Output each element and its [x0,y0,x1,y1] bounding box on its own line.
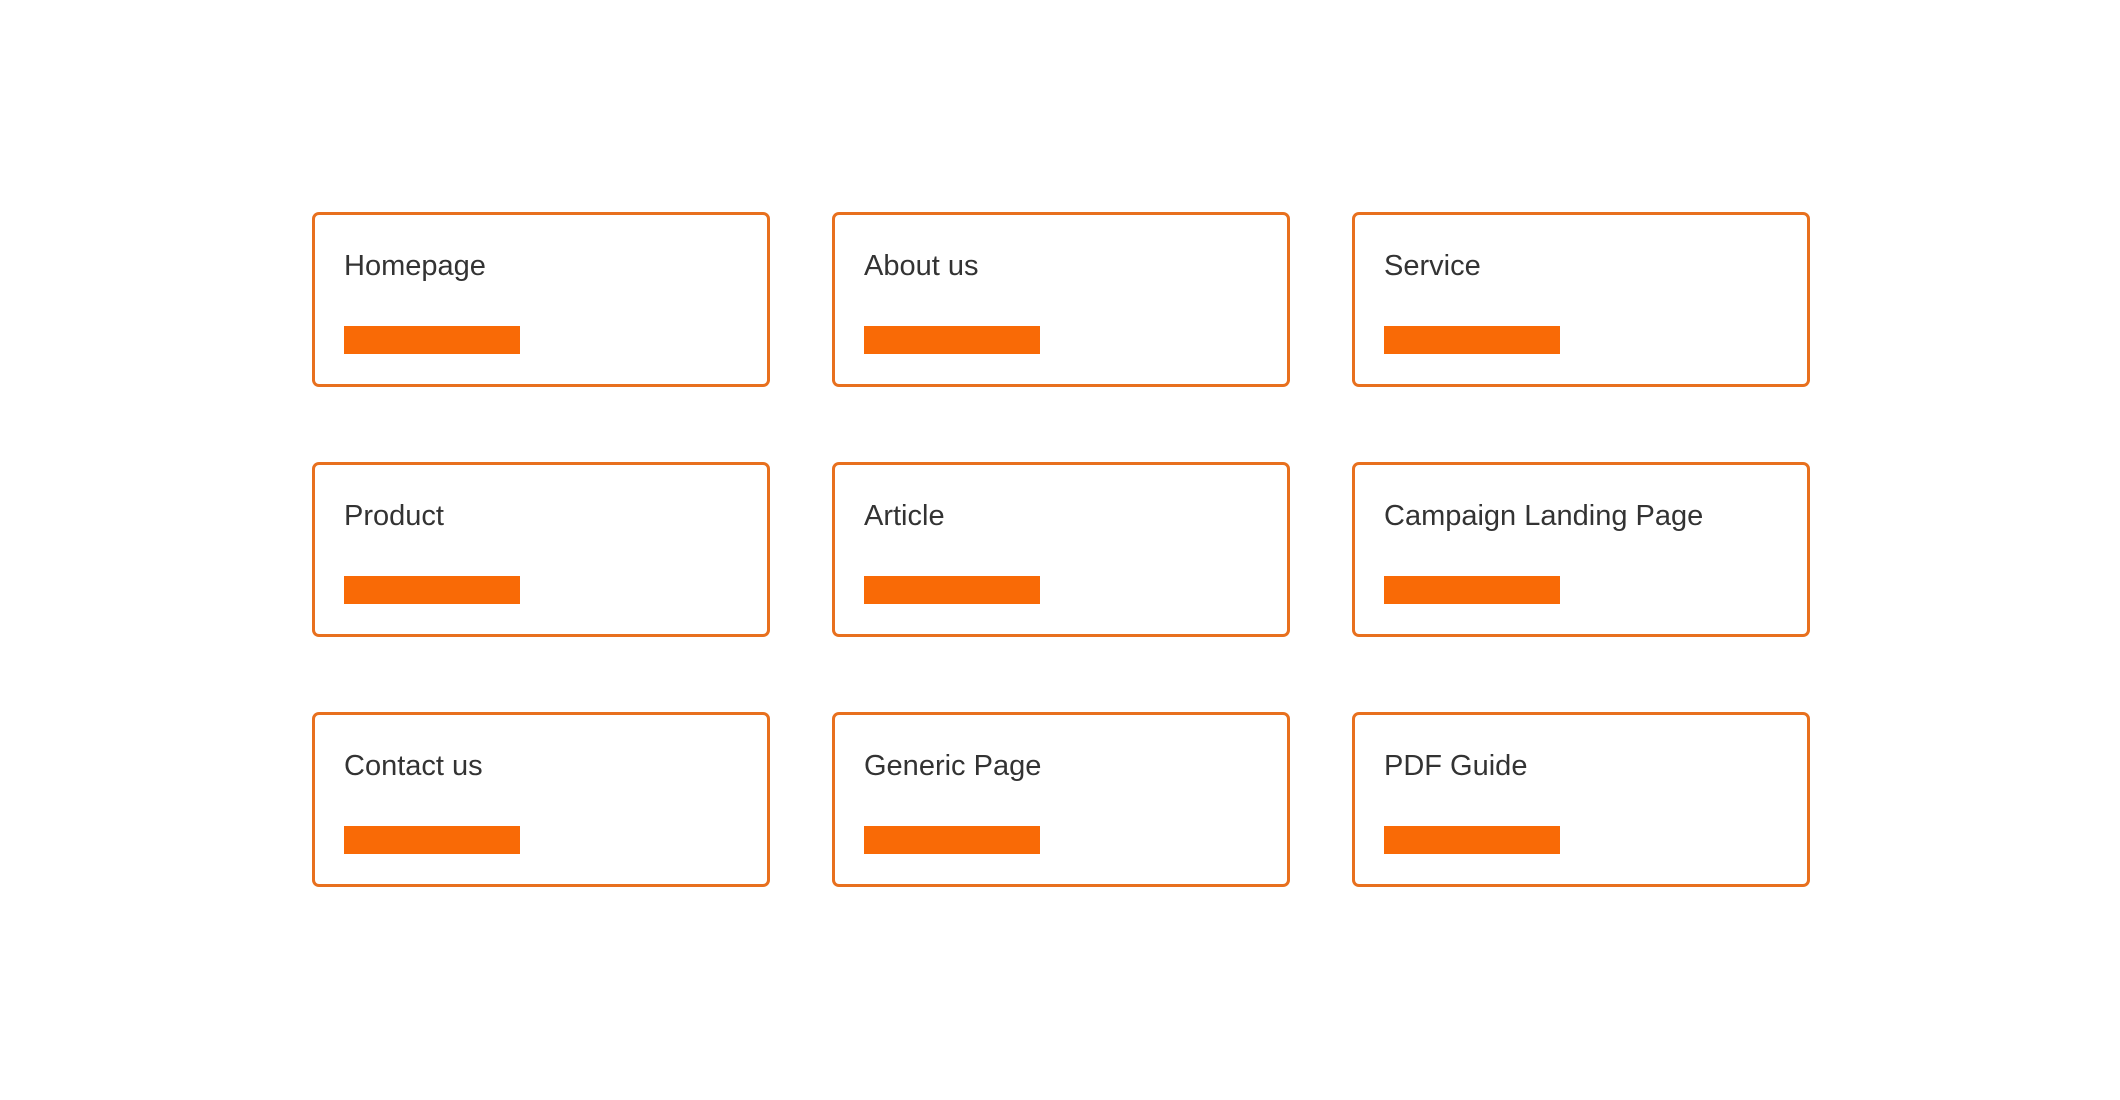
card-title: Contact us [344,750,483,782]
card-title: PDF Guide [1384,750,1528,782]
card-about-us[interactable]: About us [832,212,1290,387]
accent-bar [864,576,1040,604]
accent-bar [344,826,520,854]
card-title: Article [864,500,945,532]
accent-bar [1384,576,1560,604]
accent-bar [344,326,520,354]
card-product[interactable]: Product [312,462,770,637]
card-campaign-landing-page[interactable]: Campaign Landing Page [1352,462,1810,637]
card-title: Product [344,500,444,532]
page-type-grid: Homepage About us Service Product Articl… [312,212,1810,887]
accent-bar [864,326,1040,354]
accent-bar [1384,326,1560,354]
card-title: Service [1384,250,1481,282]
card-title: Homepage [344,250,486,282]
card-title: About us [864,250,979,282]
card-pdf-guide[interactable]: PDF Guide [1352,712,1810,887]
accent-bar [1384,826,1560,854]
card-title: Generic Page [864,750,1042,782]
card-homepage[interactable]: Homepage [312,212,770,387]
card-contact-us[interactable]: Contact us [312,712,770,887]
card-generic-page[interactable]: Generic Page [832,712,1290,887]
card-article[interactable]: Article [832,462,1290,637]
card-title: Campaign Landing Page [1384,500,1704,532]
accent-bar [864,826,1040,854]
card-service[interactable]: Service [1352,212,1810,387]
accent-bar [344,576,520,604]
